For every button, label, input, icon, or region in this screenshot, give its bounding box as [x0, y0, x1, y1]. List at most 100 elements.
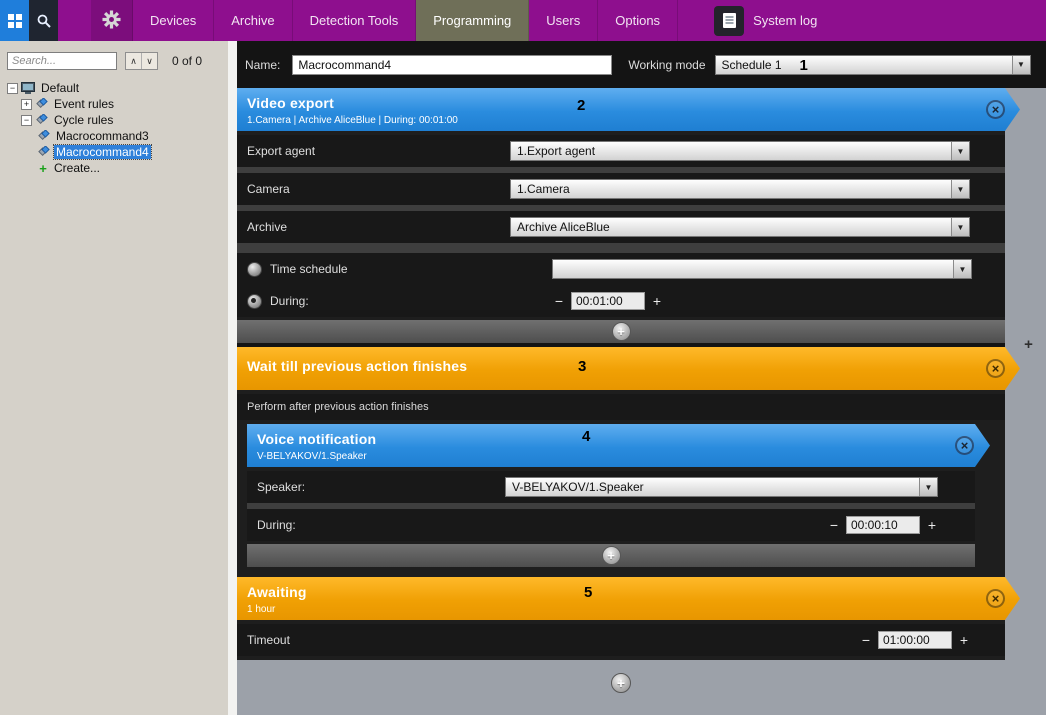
time-schedule-dropdown[interactable]: ▼	[552, 259, 972, 279]
minus-icon[interactable]: −	[827, 517, 841, 533]
chevron-down-icon[interactable]: ▼	[951, 218, 969, 236]
timeout-input[interactable]	[878, 631, 952, 649]
close-icon[interactable]: ×	[986, 100, 1005, 119]
plus-icon[interactable]: +	[925, 517, 939, 533]
minus-icon[interactable]: −	[552, 293, 566, 309]
tree-label-create[interactable]: Create...	[52, 161, 102, 175]
tab-programming[interactable]: Programming	[416, 0, 529, 41]
video-export-block: Video export 1.Camera | Archive AliceBlu…	[237, 88, 1046, 343]
voice-notification-settings: Speaker: V-BELYAKOV/1.Speaker ▼ During: …	[247, 467, 975, 567]
tree-item-event-rules[interactable]: + Event rules	[5, 96, 228, 112]
collapse-box-icon[interactable]: −	[21, 115, 32, 126]
chevron-down-icon[interactable]: ▼	[919, 478, 937, 496]
annotation-5: 5	[584, 584, 592, 601]
camera-value: 1.Camera	[511, 180, 951, 198]
add-block-button[interactable]: +	[611, 673, 631, 693]
working-mode-value: Schedule 1	[716, 56, 1012, 74]
macro-name-input[interactable]	[292, 55, 612, 75]
tree-search-row: ∧ ∨ 0 of 0	[0, 41, 228, 80]
settings-gear-tab[interactable]	[91, 0, 133, 41]
insert-action-button[interactable]: +	[1021, 337, 1036, 352]
perform-after-text: Perform after previous action finishes	[247, 401, 429, 413]
collapse-box-icon[interactable]: −	[7, 83, 18, 94]
working-mode-dropdown[interactable]: Schedule 1 1 ▼	[715, 55, 1031, 75]
tree-item-create[interactable]: + Create...	[5, 160, 228, 176]
time-schedule-radio[interactable]	[247, 262, 262, 277]
add-action-button[interactable]: +	[612, 322, 631, 341]
system-log-label: System log	[753, 13, 817, 28]
during-radio[interactable]	[247, 294, 262, 309]
block-title: Voice notification	[257, 431, 990, 447]
speaker-dropdown[interactable]: V-BELYAKOV/1.Speaker ▼	[505, 477, 938, 497]
voice-add-bar: +	[247, 544, 975, 567]
camera-dropdown[interactable]: 1.Camera ▼	[510, 179, 970, 199]
video-export-add-bar: +	[237, 320, 1005, 343]
block-title: Awaiting	[247, 584, 1020, 600]
block-subtitle: 1 hour	[247, 604, 1020, 615]
search-prev-button[interactable]: ∧	[126, 53, 142, 69]
speaker-label: Speaker:	[257, 480, 505, 494]
rules-tree: − Default + Event rules − Cycle rules Ma…	[0, 80, 228, 176]
voice-during-row: During: − +	[247, 509, 975, 541]
block-title: Wait till previous action finishes	[247, 358, 1020, 374]
tab-devices[interactable]: Devices	[133, 0, 214, 41]
awaiting-block: Awaiting 1 hour 5 × Timeout − +	[237, 577, 1046, 660]
tree-item-default[interactable]: − Default	[5, 80, 228, 96]
search-next-button[interactable]: ∨	[142, 53, 157, 69]
wait-header[interactable]: Wait till previous action finishes 3 ×	[237, 347, 1020, 390]
search-nav-spinner: ∧ ∨	[125, 52, 158, 70]
macro-blocks-area: Video export 1.Camera | Archive AliceBlu…	[237, 88, 1046, 706]
time-schedule-value	[553, 260, 953, 278]
during-label: During:	[270, 294, 552, 308]
close-icon[interactable]: ×	[986, 359, 1005, 378]
tree-label-event-rules[interactable]: Event rules	[52, 97, 116, 111]
close-icon[interactable]: ×	[955, 436, 974, 455]
plus-icon[interactable]: +	[957, 632, 971, 648]
during-input[interactable]	[571, 292, 645, 310]
block-title: Video export	[247, 95, 1020, 111]
minus-icon[interactable]: −	[859, 632, 873, 648]
tree-item-macrocommand3[interactable]: Macrocommand3	[5, 128, 228, 144]
time-schedule-label: Time schedule	[270, 262, 552, 276]
video-export-header[interactable]: Video export 1.Camera | Archive AliceBlu…	[237, 88, 1020, 131]
add-block-bar: +	[237, 660, 1005, 706]
awaiting-header[interactable]: Awaiting 1 hour 5 ×	[237, 577, 1020, 620]
tab-detection-tools[interactable]: Detection Tools	[293, 0, 417, 41]
document-icon	[714, 6, 744, 36]
tree-label-cycle-rules[interactable]: Cycle rules	[52, 113, 115, 127]
macro-icon	[37, 130, 50, 143]
tree-label-macrocommand3[interactable]: Macrocommand3	[54, 129, 151, 143]
create-plus-icon: +	[37, 161, 49, 176]
export-agent-dropdown[interactable]: 1.Export agent ▼	[510, 141, 970, 161]
tree-label-default[interactable]: Default	[39, 81, 81, 95]
gear-icon	[102, 10, 121, 32]
sidebar-splitter[interactable]	[228, 41, 237, 715]
close-icon[interactable]: ×	[986, 589, 1005, 608]
archive-dropdown[interactable]: Archive AliceBlue ▼	[510, 217, 970, 237]
chevron-down-icon[interactable]: ▼	[951, 180, 969, 198]
export-agent-label: Export agent	[247, 144, 510, 158]
tree-item-macrocommand4[interactable]: Macrocommand4	[5, 144, 228, 160]
tree-label-macrocommand4-selected[interactable]: Macrocommand4	[54, 145, 151, 159]
voice-notification-header[interactable]: Voice notification V-BELYAKOV/1.Speaker …	[247, 424, 990, 467]
expand-box-icon[interactable]: +	[21, 99, 32, 110]
tab-options[interactable]: Options	[598, 0, 678, 41]
timeout-label: Timeout	[247, 633, 290, 647]
app-grid-icon[interactable]	[0, 0, 29, 41]
add-action-button[interactable]: +	[602, 546, 621, 565]
name-label: Name:	[245, 58, 280, 72]
plus-icon[interactable]: +	[650, 293, 664, 309]
system-log-button[interactable]: System log	[702, 0, 829, 41]
wait-block: Wait till previous action finishes 3 × P…	[237, 347, 1046, 577]
chevron-down-icon[interactable]: ▼	[953, 260, 971, 278]
tab-archive[interactable]: Archive	[214, 0, 292, 41]
working-mode-label: Working mode	[628, 58, 705, 72]
chevron-down-icon[interactable]: ▼	[1012, 56, 1030, 74]
search-input[interactable]	[7, 52, 117, 70]
tab-users[interactable]: Users	[529, 0, 598, 41]
timeout-row: Timeout − +	[237, 624, 1005, 656]
voice-during-input[interactable]	[846, 516, 920, 534]
search-icon[interactable]	[29, 0, 58, 41]
tree-item-cycle-rules[interactable]: − Cycle rules	[5, 112, 228, 128]
chevron-down-icon[interactable]: ▼	[951, 142, 969, 160]
